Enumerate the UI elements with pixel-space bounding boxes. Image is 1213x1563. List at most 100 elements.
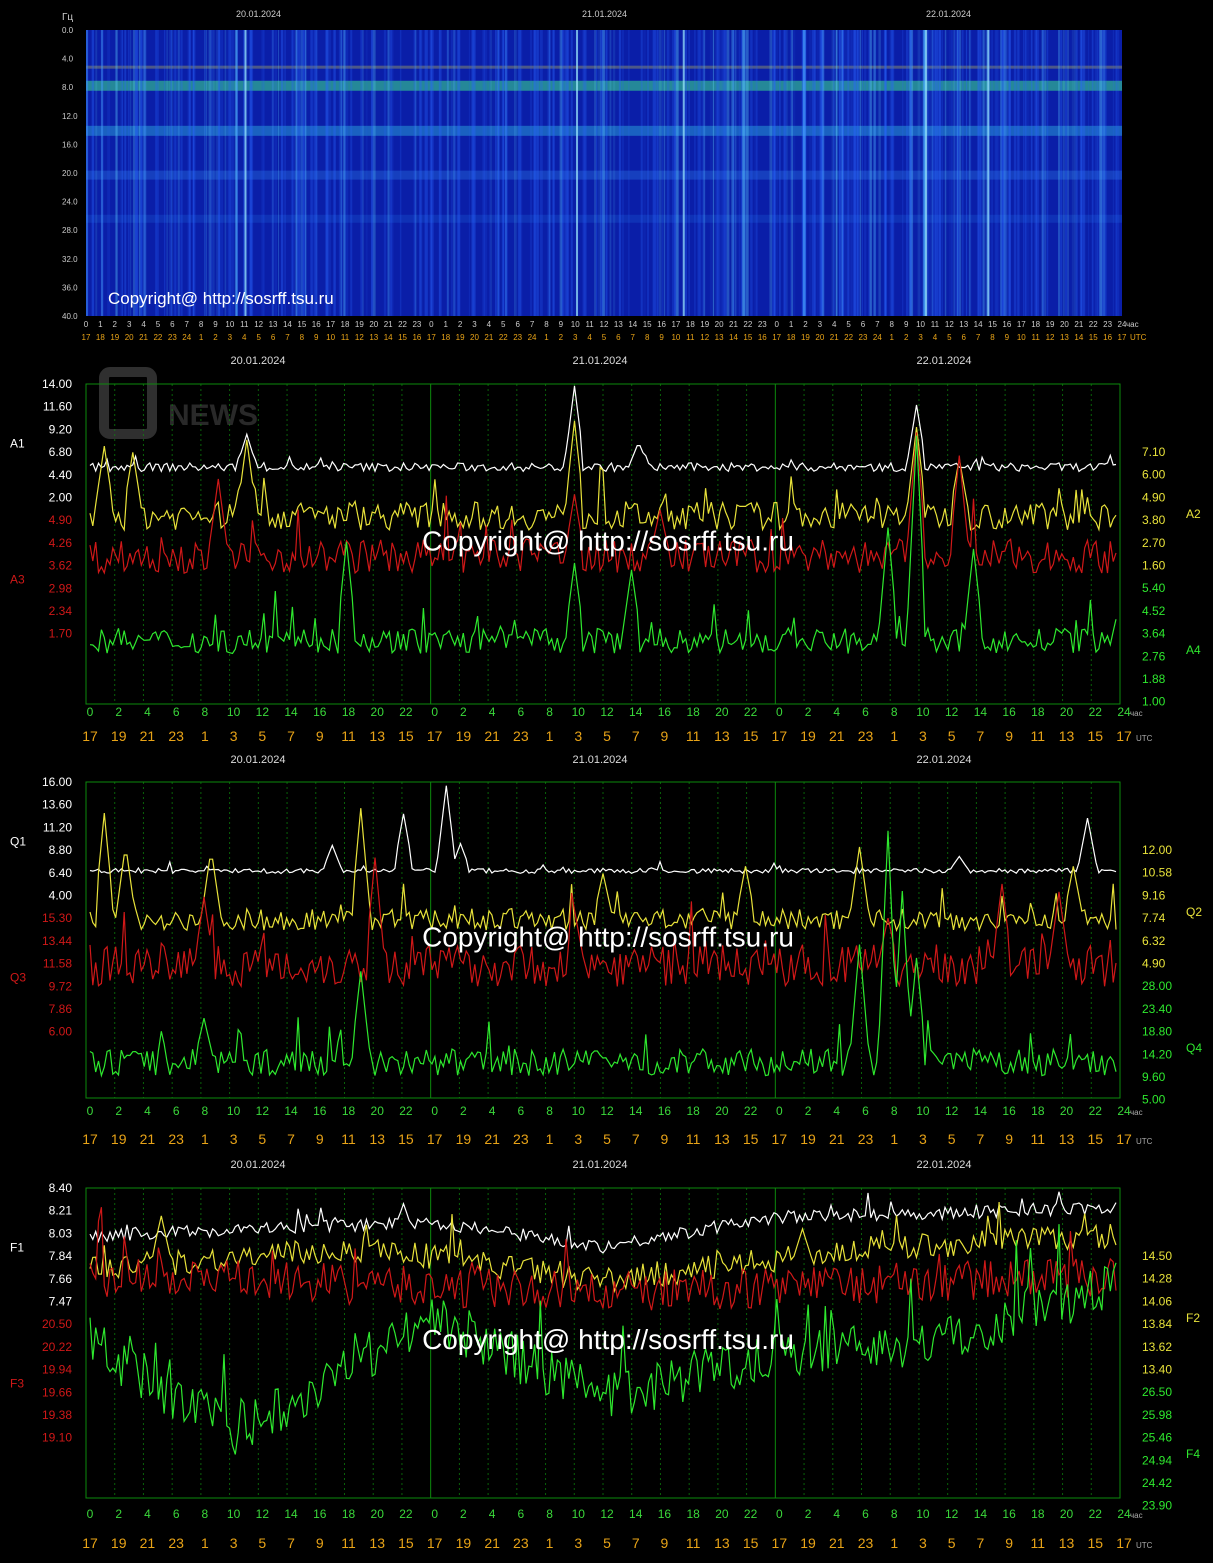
utc-tick-label: 18 bbox=[441, 333, 450, 342]
hour-tick-label: 18 bbox=[1031, 1507, 1045, 1521]
hour-tick-label: 14 bbox=[284, 705, 298, 719]
hour-tick-label: 17 bbox=[671, 320, 680, 329]
hour-tick-label: 18 bbox=[686, 320, 695, 329]
panel-date-label: 22.01.2024 bbox=[916, 754, 971, 766]
spike-streak bbox=[925, 30, 928, 316]
noise-streak bbox=[249, 30, 253, 316]
noise-streak bbox=[603, 30, 605, 316]
noise-streak bbox=[647, 30, 649, 316]
right-axis-tick: 10.58 bbox=[1142, 866, 1172, 880]
utc-tick-label: 9 bbox=[661, 728, 669, 744]
left-axis-tick: 8.80 bbox=[49, 843, 73, 857]
utc-tick-label: 11 bbox=[341, 1535, 356, 1551]
noise-streak bbox=[325, 30, 329, 316]
hour-tick-label: 6 bbox=[515, 320, 520, 329]
hour-tick-label: 22 bbox=[1089, 705, 1103, 719]
utc-tick-label: 1 bbox=[201, 728, 209, 744]
utc-tick-label: 8 bbox=[645, 333, 650, 342]
noise-streak bbox=[231, 30, 234, 316]
noise-streak bbox=[124, 30, 127, 316]
left-axis-tick: 13.44 bbox=[42, 934, 72, 948]
noise-streak bbox=[790, 30, 792, 316]
hour-tick-label: 2 bbox=[805, 1104, 812, 1118]
hour-tick-label: 8 bbox=[544, 320, 549, 329]
noise-streak bbox=[954, 30, 957, 316]
utc-tick-label: 7 bbox=[976, 1535, 984, 1551]
hour-tick-label: 6 bbox=[517, 1104, 524, 1118]
noise-streak bbox=[982, 30, 985, 316]
utc-tick-label: 23 bbox=[513, 333, 522, 342]
noise-streak bbox=[814, 30, 817, 316]
left-axis-tick: 19.10 bbox=[42, 1431, 72, 1445]
noise-streak bbox=[847, 30, 850, 316]
right-axis-tick: 7.10 bbox=[1142, 445, 1166, 459]
utc-tick-label: 18 bbox=[96, 333, 105, 342]
left-axis-tick: 19.38 bbox=[42, 1408, 72, 1422]
noise-streak bbox=[280, 30, 284, 316]
utc-tick-label: 9 bbox=[1005, 1131, 1013, 1147]
spectrogram-panel: Гц 20.01.2024 21.01.2024 22.01.2024 0.0 4… bbox=[62, 9, 1147, 342]
hour-tick-label: 11 bbox=[931, 320, 940, 329]
utc-tick-label: 1 bbox=[546, 728, 554, 744]
noise-streak bbox=[383, 30, 387, 316]
utc-tick-label: 23 bbox=[858, 1131, 874, 1147]
noise-streak bbox=[155, 30, 158, 316]
noise-streak bbox=[598, 30, 600, 316]
noise-streak bbox=[640, 30, 642, 316]
watermark-text: NEWS bbox=[168, 399, 258, 432]
panel-date-label: 20.01.2024 bbox=[230, 1159, 285, 1171]
utc-tick-label: 9 bbox=[661, 1535, 669, 1551]
utc-tick-label: 21 bbox=[829, 1131, 845, 1147]
left-axis-tick: 13.60 bbox=[42, 798, 72, 812]
utc-tick-label: 17 bbox=[427, 333, 436, 342]
noise-streak bbox=[778, 30, 781, 316]
noise-streak bbox=[143, 30, 147, 316]
hour-tick-label: 4 bbox=[833, 705, 840, 719]
utc-tick-label: 13 bbox=[1060, 333, 1069, 342]
utc-tick-label: 3 bbox=[574, 728, 582, 744]
noise-streak bbox=[613, 30, 616, 316]
right-axis-name: A4 bbox=[1186, 643, 1201, 657]
hour-tick-label: 1 bbox=[443, 320, 448, 329]
utc-tick-label: 9 bbox=[1005, 1535, 1013, 1551]
spectrogram-date-1: 20.01.2024 bbox=[236, 9, 281, 19]
frequency-tick-label: 12.0 bbox=[62, 112, 78, 121]
noise-streak bbox=[485, 30, 488, 316]
noise-streak bbox=[192, 30, 195, 316]
hour-tick-label: 3 bbox=[127, 320, 132, 329]
hour-tick-label: 2 bbox=[458, 320, 463, 329]
noise-streak bbox=[429, 30, 433, 316]
noise-streak bbox=[1017, 30, 1020, 316]
hour-tick-label: 4 bbox=[489, 1104, 496, 1118]
utc-tick-label: 13 bbox=[1059, 728, 1075, 744]
hour-tick-label: 10 bbox=[227, 1104, 241, 1118]
noise-streak bbox=[1099, 30, 1103, 316]
utc-tick-label: 15 bbox=[398, 333, 407, 342]
left-axis-tick: 7.84 bbox=[49, 1249, 73, 1263]
noise-streak bbox=[776, 30, 778, 316]
noise-streak bbox=[1046, 30, 1048, 316]
hour-tick-label: 8 bbox=[199, 320, 204, 329]
utc-tick-label: 11 bbox=[1031, 728, 1046, 744]
noise-streak bbox=[938, 30, 942, 316]
hour-tick-label: 8 bbox=[546, 1507, 553, 1521]
hour-tick-label: 14 bbox=[629, 705, 643, 719]
spectrogram-hours-label: час bbox=[1126, 320, 1139, 329]
hour-tick-label: 2 bbox=[460, 705, 467, 719]
noise-streak bbox=[821, 30, 824, 316]
hour-tick-label: 20 bbox=[371, 1104, 385, 1118]
utc-tick-label: 21 bbox=[484, 1535, 500, 1551]
hour-tick-label: 16 bbox=[1002, 1104, 1016, 1118]
noise-streak bbox=[835, 30, 838, 316]
frequency-tick-label: 36.0 bbox=[62, 283, 78, 292]
utc-tick-label: 1 bbox=[201, 1131, 209, 1147]
hour-tick-label: 6 bbox=[173, 1104, 180, 1118]
noise-streak bbox=[738, 30, 740, 316]
hour-tick-label: 24 bbox=[1117, 1104, 1131, 1118]
hour-tick-label: 6 bbox=[861, 320, 866, 329]
hour-tick-label: 16 bbox=[313, 705, 327, 719]
noise-streak bbox=[107, 30, 111, 316]
noise-streak bbox=[414, 30, 417, 316]
noise-streak bbox=[1009, 30, 1011, 316]
hour-tick-label: 19 bbox=[1046, 320, 1055, 329]
